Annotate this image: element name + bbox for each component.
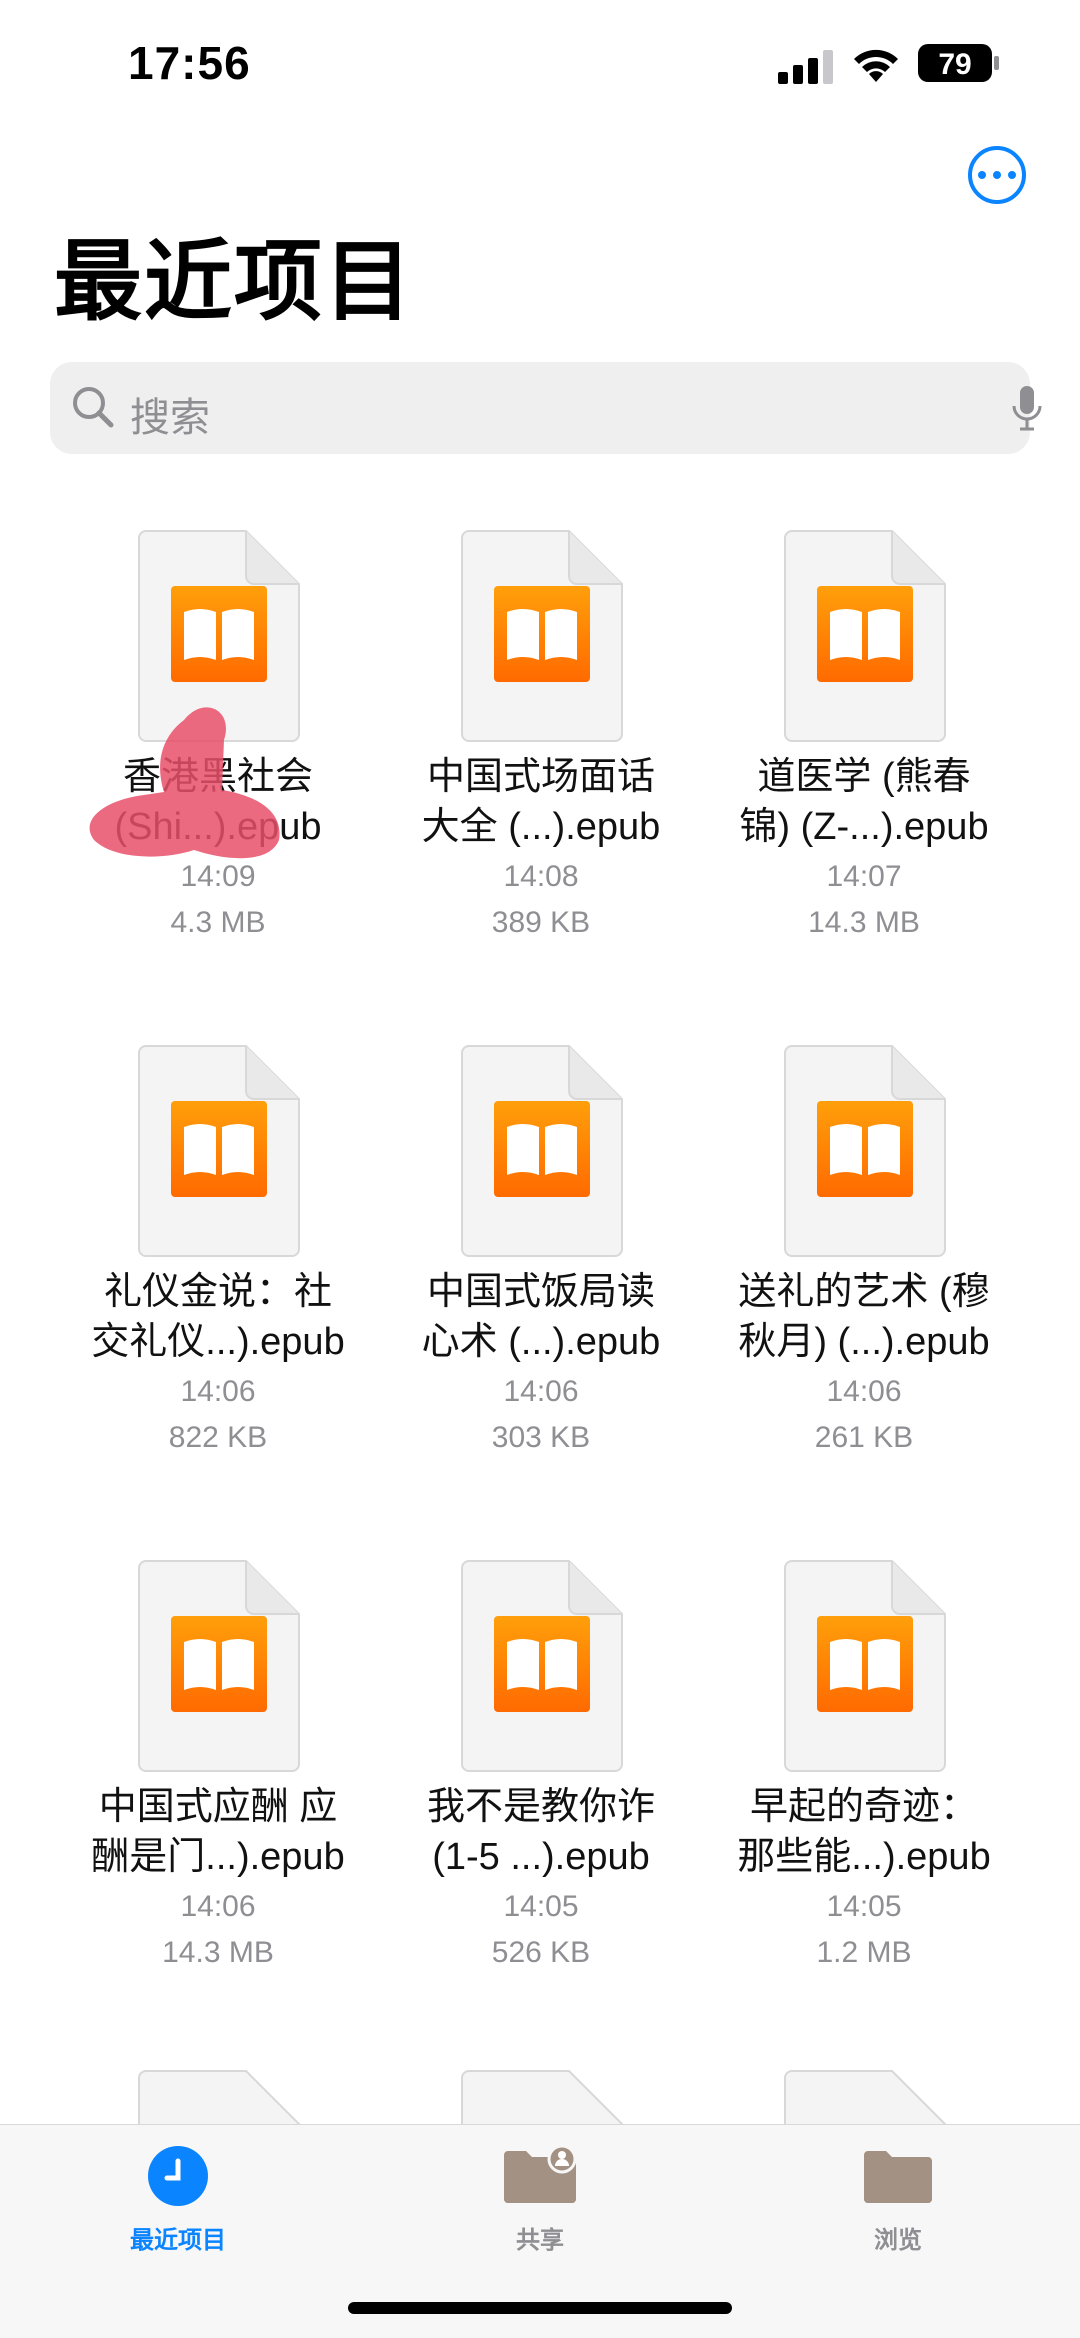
tab-label: 浏览 <box>874 2227 922 2254</box>
file-name-line: 道医学 (熊春 <box>757 756 971 798</box>
search-placeholder: 搜索 <box>130 396 210 440</box>
file-name-line: 中国式应酬 应 <box>98 1786 338 1828</box>
home-indicator <box>348 2302 732 2314</box>
file-name-line: 交礼仪...).epub <box>91 1321 345 1363</box>
file-name-line: (1-5 ...).epub <box>432 1836 650 1878</box>
file-size: 526 KB <box>491 1936 591 1969</box>
page-title: 最近项目 <box>54 232 415 331</box>
tab-recents[interactable]: 最近项目 <box>68 2145 288 2255</box>
dot <box>1008 171 1016 179</box>
battery-indicator: 79 <box>918 44 1000 82</box>
file-size: 14.3 MB <box>162 1936 274 1969</box>
epub-document-icon <box>461 530 623 742</box>
file-name-line: 秋月) (...).epub <box>738 1321 990 1363</box>
search-icon <box>73 387 114 428</box>
file-name: 礼仪金说：社 交礼仪...).epub <box>52 1267 384 1367</box>
file-size: 822 KB <box>168 1421 268 1454</box>
file-size: 261 KB <box>814 1421 914 1454</box>
file-name-line: 礼仪金说：社 <box>103 1271 332 1313</box>
file-name-line: 酬是门...).epub <box>91 1836 345 1878</box>
tab-label: 共享 <box>516 2227 564 2254</box>
file-item-partial[interactable] <box>461 2070 623 2130</box>
file-item[interactable]: 我不是教你诈 (1-5 ...).epub 14:05 526 KB <box>375 1550 675 2010</box>
epub-document-icon <box>138 1560 300 1772</box>
file-name: 早起的奇迹： 那些能...).epub <box>698 1782 1030 1882</box>
file-name: 中国式场面话 大全 (...).epub <box>375 752 707 852</box>
file-name-line: 那些能...).epub <box>737 1836 991 1878</box>
epub-document-icon <box>138 1045 300 1257</box>
microphone-icon[interactable] <box>1012 384 1042 434</box>
battery-level: 79 <box>938 48 971 81</box>
file-item-partial[interactable] <box>784 2070 946 2130</box>
file-date: 14:07 <box>826 860 902 893</box>
file-item-partial[interactable] <box>138 2070 300 2130</box>
file-name-line: 我不是教你诈 <box>426 1786 655 1828</box>
file-name: 我不是教你诈 (1-5 ...).epub <box>375 1782 707 1882</box>
file-name: 送礼的艺术 (穆 秋月) (...).epub <box>698 1267 1030 1367</box>
dot <box>993 171 1001 179</box>
file-name: 道医学 (熊春 锦) (Z-...).epub <box>698 752 1030 852</box>
file-name-line: 锦) (Z-...).epub <box>739 806 989 848</box>
file-date: 14:08 <box>503 860 579 893</box>
epub-document-icon <box>784 1045 946 1257</box>
tab-label: 最近项目 <box>130 2227 226 2254</box>
wifi-icon <box>854 49 898 82</box>
tab-browse[interactable]: 浏览 <box>788 2145 1008 2255</box>
file-size: 14.3 MB <box>808 906 920 939</box>
search-field[interactable]: 搜索 <box>50 362 1042 454</box>
epub-document-icon <box>461 1045 623 1257</box>
file-date: 14:05 <box>503 1890 579 1923</box>
battery-icon: 79 <box>918 44 999 82</box>
shared-folder-icon <box>504 2144 577 2203</box>
file-item[interactable]: 送礼的艺术 (穆 秋月) (...).epub 14:06 261 KB <box>698 1035 998 1495</box>
file-name-line: 中国式饭局读 <box>426 1271 655 1313</box>
file-name-line: 心术 (...).epub <box>421 1321 661 1363</box>
status-time: 17:56 <box>128 37 251 89</box>
file-size: 4.3 MB <box>170 906 266 939</box>
file-date: 14:05 <box>826 1890 902 1923</box>
clock-icon <box>148 2146 208 2206</box>
file-size: 1.2 MB <box>816 1936 912 1969</box>
more-options-button[interactable] <box>968 146 1026 204</box>
file-size: 303 KB <box>491 1421 591 1454</box>
folder-icon <box>864 2151 932 2203</box>
file-size: 389 KB <box>491 906 591 939</box>
file-item[interactable]: 礼仪金说：社 交礼仪...).epub 14:06 822 KB <box>52 1035 352 1495</box>
file-name-line: 中国式场面话 <box>426 756 655 798</box>
file-date: 14:06 <box>180 1890 256 1923</box>
file-item[interactable]: 中国式场面话 大全 (...).epub 14:08 389 KB <box>375 520 675 980</box>
epub-document-icon <box>784 1560 946 1772</box>
file-date: 14:06 <box>503 1375 579 1408</box>
epub-document-icon <box>784 530 946 742</box>
file-name: 中国式应酬 应 酬是门...).epub <box>52 1782 384 1882</box>
file-item[interactable]: 中国式饭局读 心术 (...).epub 14:06 303 KB <box>375 1035 675 1495</box>
epub-document-icon <box>461 1560 623 1772</box>
cellular-signal-icon <box>778 50 833 84</box>
file-name: 中国式饭局读 心术 (...).epub <box>375 1267 707 1367</box>
dot <box>978 171 986 179</box>
file-item[interactable]: 中国式应酬 应 酬是门...).epub 14:06 14.3 MB <box>52 1550 352 2010</box>
scribble-overlay <box>89 707 280 859</box>
tab-shared[interactable]: 共享 <box>430 2144 650 2255</box>
status-bar: 17:56 79 <box>0 0 1080 120</box>
file-name-line: 送礼的艺术 (穆 <box>738 1271 990 1313</box>
file-date: 14:06 <box>826 1375 902 1408</box>
file-name-line: 大全 (...).epub <box>421 806 661 848</box>
file-item[interactable]: 早起的奇迹： 那些能...).epub 14:05 1.2 MB <box>698 1550 998 2010</box>
file-date: 14:06 <box>180 1375 256 1408</box>
file-name-line: 早起的奇迹： <box>749 1786 978 1828</box>
file-item[interactable]: 道医学 (熊春 锦) (Z-...).epub 14:07 14.3 MB <box>698 520 998 980</box>
